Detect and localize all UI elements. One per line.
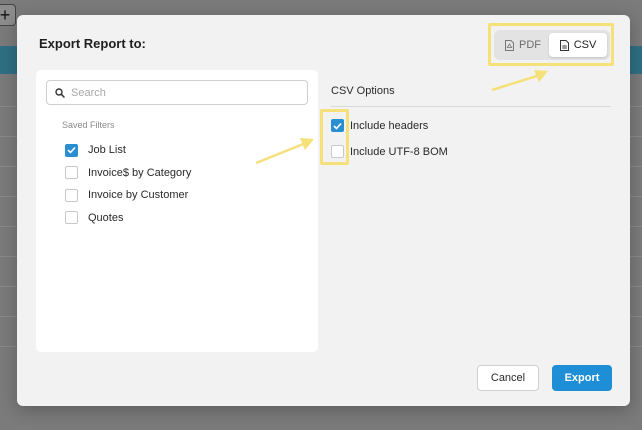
search-input[interactable]	[71, 86, 291, 99]
saved-filters-panel: Saved Filters Job List Invoice$ by Categ…	[36, 70, 318, 352]
filter-checkbox[interactable]	[65, 166, 78, 180]
include-headers-label: Include headers	[350, 119, 429, 132]
saved-filters-list: Job List Invoice$ by Category Invoice by…	[65, 139, 191, 229]
cancel-button[interactable]: Cancel	[477, 365, 539, 391]
filter-item-invoice-by-customer[interactable]: Invoice by Customer	[65, 184, 191, 207]
filter-item-invoice-by-category[interactable]: Invoice$ by Category	[65, 162, 191, 185]
check-icon	[67, 147, 76, 154]
annotation-highlight-checkboxes	[320, 109, 349, 165]
filter-checkbox[interactable]	[65, 211, 78, 225]
add-button-background: +	[0, 4, 16, 26]
export-button[interactable]: Export	[552, 365, 612, 391]
csv-options-divider	[331, 106, 611, 107]
annotation-highlight-format	[488, 23, 614, 66]
filter-item-quotes[interactable]: Quotes	[65, 207, 191, 230]
csv-options-title: CSV Options	[331, 85, 395, 97]
filter-label: Job List	[88, 144, 126, 157]
search-box	[46, 80, 308, 105]
filter-checkbox[interactable]	[65, 188, 78, 202]
filter-label: Invoice by Customer	[88, 189, 189, 202]
filter-checkbox[interactable]	[65, 143, 78, 157]
saved-filters-label: Saved Filters	[62, 120, 115, 130]
filter-label: Invoice$ by Category	[88, 166, 192, 179]
filter-item-job-list[interactable]: Job List	[65, 139, 191, 162]
search-icon	[55, 87, 65, 98]
include-utf8-bom-label: Include UTF-8 BOM	[350, 145, 448, 158]
export-dialog: Export Report to: PDF CSV Saved Filte	[17, 15, 630, 406]
filter-label: Quotes	[88, 211, 124, 224]
dialog-title: Export Report to:	[39, 36, 146, 51]
